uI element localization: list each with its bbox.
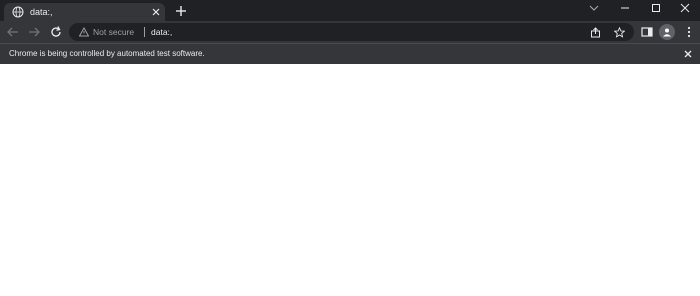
tab-active[interactable]: data:, <box>4 3 165 21</box>
toolbar: Not secure data:, <box>0 21 700 43</box>
tab-title: data:, <box>30 7 53 17</box>
maximize-button[interactable] <box>641 0 671 16</box>
infobar-message: Chrome is being controlled by automated … <box>9 49 205 58</box>
globe-icon <box>12 6 24 18</box>
close-icon[interactable] <box>151 7 161 17</box>
automation-infobar: Chrome is being controlled by automated … <box>0 43 700 64</box>
url-text[interactable]: data:, <box>151 26 172 38</box>
security-status-label[interactable]: Not secure <box>93 26 134 38</box>
share-icon[interactable] <box>590 27 601 38</box>
person-icon <box>663 28 671 37</box>
maximize-icon <box>652 4 660 12</box>
divider <box>144 27 145 37</box>
side-panel-icon[interactable] <box>640 25 654 39</box>
warning-triangle-icon[interactable] <box>79 27 89 37</box>
close-icon[interactable] <box>683 49 693 59</box>
profile-avatar[interactable] <box>659 24 675 40</box>
star-icon[interactable] <box>614 27 625 38</box>
minimize-button[interactable] <box>610 0 640 16</box>
window-close-button[interactable] <box>670 0 700 16</box>
chevron-down-icon[interactable] <box>588 2 600 14</box>
reload-icon[interactable] <box>49 25 63 39</box>
tab-strip: data:, <box>0 0 700 21</box>
close-icon <box>680 3 690 13</box>
page-content <box>0 64 700 296</box>
back-arrow-icon[interactable] <box>6 25 20 39</box>
forward-arrow-icon[interactable] <box>27 25 41 39</box>
new-tab-plus-icon[interactable] <box>175 5 187 17</box>
kebab-menu-icon[interactable] <box>682 25 696 39</box>
address-bar[interactable]: Not secure data:, <box>69 23 634 41</box>
minimize-icon <box>621 7 629 9</box>
